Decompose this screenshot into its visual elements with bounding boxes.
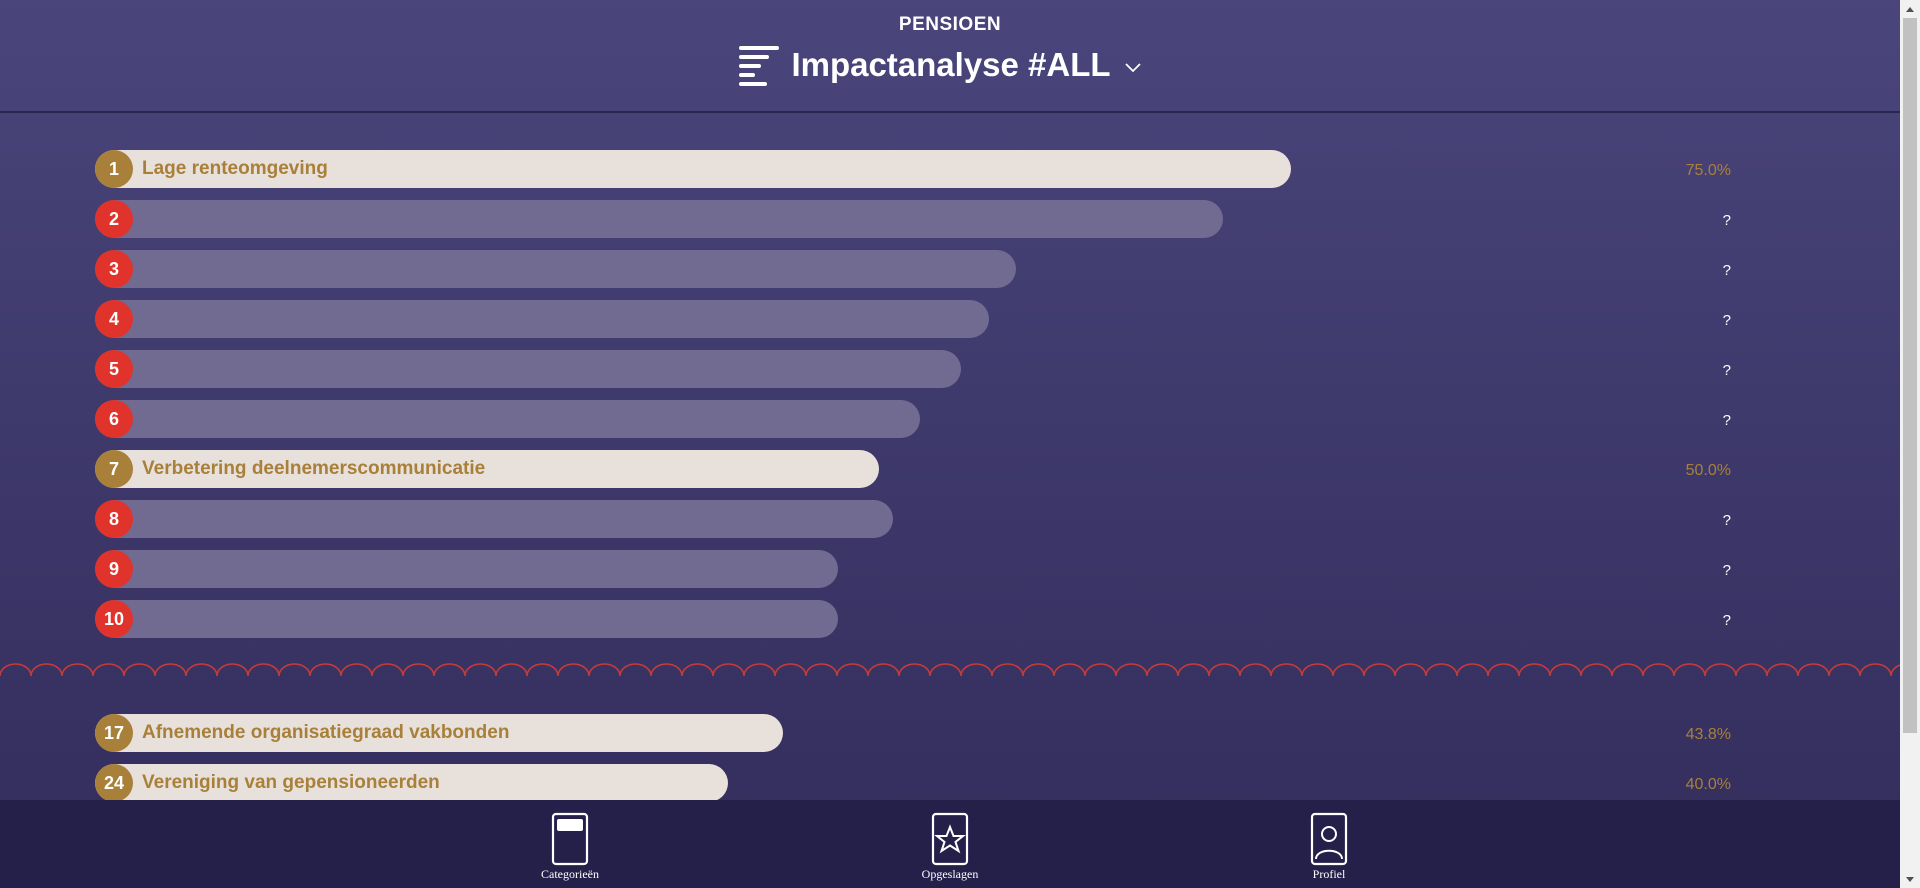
ranking-value: ? bbox=[1722, 262, 1731, 279]
scrollbar[interactable] bbox=[1900, 0, 1920, 888]
ranking-value: 50.0% bbox=[1685, 462, 1731, 479]
ranking-value: 43.8% bbox=[1685, 726, 1731, 743]
bottom-nav: Categorieën Opgeslagen Profiel bbox=[0, 800, 1900, 888]
ranking-row[interactable]: 1 Lage renteomgeving 75.0% bbox=[95, 150, 1825, 188]
nav-categories-label: Categorieën bbox=[541, 867, 599, 881]
ranking-bar bbox=[95, 350, 961, 388]
rank-badge: 3 bbox=[95, 250, 133, 288]
profile-icon bbox=[1310, 812, 1348, 866]
ranking-label: Vereniging van gepensioneerden bbox=[142, 772, 440, 793]
rank-badge: 9 bbox=[95, 550, 133, 588]
ranking-row[interactable]: 4? bbox=[95, 300, 1825, 338]
page-title: Impactanalyse #ALL bbox=[791, 46, 1111, 83]
rank-badge: 8 bbox=[95, 500, 133, 538]
ranking-value: ? bbox=[1722, 412, 1731, 429]
ranking-bar bbox=[95, 400, 920, 438]
ranking-bar bbox=[95, 250, 1016, 288]
rank-badge: 4 bbox=[95, 300, 133, 338]
ranking-row[interactable]: 17 Afnemende organisatiegraad vakbonden 43… bbox=[95, 714, 1825, 752]
ranking-row[interactable]: 8? bbox=[95, 500, 1825, 538]
ranking-row[interactable]: 10? bbox=[95, 600, 1825, 638]
rank-badge: 5 bbox=[95, 350, 133, 388]
star-icon bbox=[931, 812, 969, 866]
rank-badge: 24 bbox=[95, 764, 133, 802]
nav-profile[interactable]: Profiel bbox=[1269, 812, 1389, 882]
ranking-bar bbox=[95, 600, 838, 638]
rank-badge: 10 bbox=[95, 600, 133, 638]
ranking-bar bbox=[95, 550, 838, 588]
analysis-selector[interactable]: Impactanalyse #ALL bbox=[0, 44, 1900, 86]
ranking-value: ? bbox=[1722, 512, 1731, 529]
rank-badge: 17 bbox=[95, 714, 133, 752]
ranking-value: ? bbox=[1722, 312, 1731, 329]
ranking-label: Lage renteomgeving bbox=[142, 158, 328, 179]
ranking-row[interactable]: 5? bbox=[95, 350, 1825, 388]
categories-icon bbox=[551, 812, 589, 866]
ranking-bar bbox=[95, 500, 893, 538]
wave-divider bbox=[0, 663, 1900, 677]
nav-saved-label: Opgeslagen bbox=[921, 867, 979, 881]
scroll-down-arrow-icon[interactable] bbox=[1900, 870, 1920, 888]
ranking-value: ? bbox=[1722, 612, 1731, 629]
ranking-bar bbox=[95, 200, 1223, 238]
page-header: PENSIOEN Impactanalyse #ALL bbox=[0, 0, 1900, 113]
ranking-label: Verbetering deelnemerscommunicatie bbox=[142, 458, 486, 479]
ranking-row[interactable]: 7 Verbetering deelnemerscommunicatie 50.0% bbox=[95, 450, 1825, 488]
rank-badge: 7 bbox=[95, 450, 133, 488]
nav-categories[interactable]: Categorieën bbox=[510, 812, 630, 882]
scroll-up-arrow-icon[interactable] bbox=[1900, 0, 1920, 18]
ranking-value: ? bbox=[1722, 562, 1731, 579]
ranking-value: ? bbox=[1722, 362, 1731, 379]
ranking-row[interactable]: 6? bbox=[95, 400, 1825, 438]
ranking-row[interactable]: 9? bbox=[95, 550, 1825, 588]
ranking-value: 75.0% bbox=[1685, 162, 1731, 179]
rank-badge: 2 bbox=[95, 200, 133, 238]
rank-badge: 1 bbox=[95, 150, 133, 188]
ranking-row[interactable]: 24 Vereniging van gepensioneerden 40.0% bbox=[95, 764, 1825, 802]
rank-badge: 6 bbox=[95, 400, 133, 438]
ranking-value: 40.0% bbox=[1685, 776, 1731, 793]
nav-saved[interactable]: Opgeslagen bbox=[890, 812, 1010, 882]
chevron-down-icon[interactable] bbox=[1124, 63, 1141, 73]
ranking-row[interactable]: 2? bbox=[95, 200, 1825, 238]
ranking-value: ? bbox=[1722, 212, 1731, 229]
list-icon bbox=[739, 46, 780, 86]
scroll-thumb[interactable] bbox=[1903, 18, 1917, 733]
ranking-label: Afnemende organisatiegraad vakbonden bbox=[142, 722, 510, 743]
brand-label: PENSIOEN bbox=[898, 14, 1002, 35]
ranking-bar bbox=[95, 300, 989, 338]
nav-profile-label: Profiel bbox=[1312, 867, 1346, 881]
ranking-row[interactable]: 3? bbox=[95, 250, 1825, 288]
